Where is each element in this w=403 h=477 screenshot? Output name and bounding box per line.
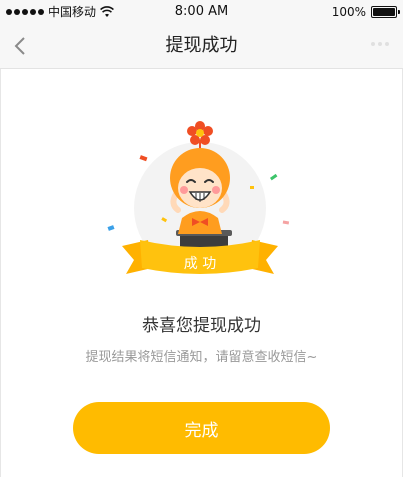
character-cheek — [212, 186, 220, 194]
page-title: 提现成功 — [165, 35, 238, 56]
confetti-piece — [282, 220, 290, 225]
ribbon-label: 成 功 — [184, 256, 216, 272]
battery-icon — [371, 6, 400, 18]
success-title: 恭喜您提现成功 — [142, 316, 261, 336]
confetti-piece — [139, 155, 148, 162]
battery-percent: 100% — [331, 5, 366, 19]
confetti-piece — [107, 225, 115, 231]
success-description: 提现结果将短信通知，请留意查收短信~ — [85, 350, 318, 365]
nav-bar: 提现成功 — [0, 24, 403, 69]
character-cheek — [180, 186, 188, 194]
confetti-piece — [250, 186, 254, 189]
more-dots-icon — [371, 42, 375, 46]
success-illustration: 成 功 — [107, 121, 290, 274]
more-button[interactable] — [371, 42, 389, 46]
done-button[interactable]: 完成 — [73, 402, 330, 454]
left-border — [0, 69, 1, 477]
confetti-piece — [269, 173, 278, 181]
status-right: 100% — [331, 4, 400, 20]
status-bar: 中国移动 8:00 AM 100% — [0, 0, 403, 24]
